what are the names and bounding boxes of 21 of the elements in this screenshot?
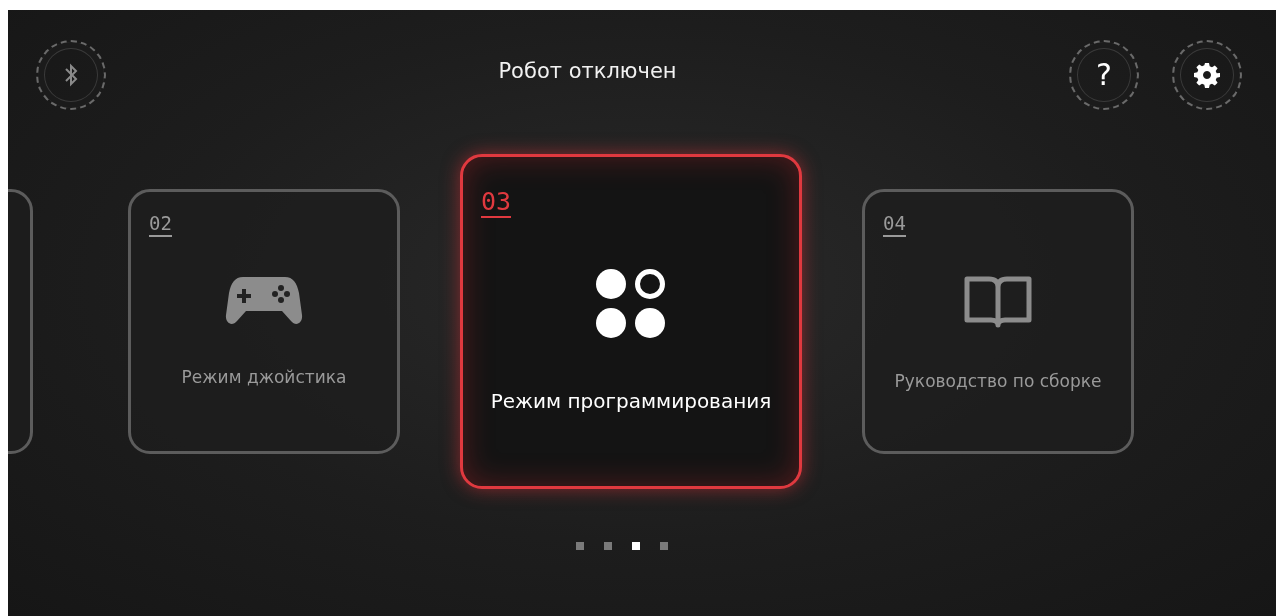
- card-number: 02: [149, 213, 172, 237]
- card-label: Режим джойстика: [181, 365, 347, 389]
- settings-button[interactable]: [1172, 40, 1242, 110]
- page-indicator[interactable]: [660, 542, 668, 550]
- bluetooth-icon: [63, 63, 79, 87]
- card-number: 03: [481, 188, 512, 218]
- gamepad-icon: [225, 274, 303, 327]
- card-number: 04: [883, 213, 906, 237]
- connection-status-title: Робот отключен: [498, 58, 677, 85]
- mode-card[interactable]: 03 Режим программирования: [460, 153, 802, 489]
- card-label: Режим программирования: [490, 387, 772, 415]
- mode-card[interactable]: 04 Руководство по сборке: [862, 188, 1134, 454]
- card-label: Руководство по сборке: [894, 369, 1102, 393]
- page-indicator[interactable]: [604, 542, 612, 550]
- page-indicator[interactable]: [632, 542, 640, 550]
- four-circles-icon: [595, 267, 667, 340]
- page-indicator[interactable]: [576, 542, 584, 550]
- settings-icon: [1194, 62, 1220, 88]
- help-button[interactable]: ?: [1069, 40, 1139, 110]
- mode-card[interactable]: 02 Режим джойстика: [128, 188, 400, 454]
- bluetooth-button[interactable]: [36, 40, 106, 110]
